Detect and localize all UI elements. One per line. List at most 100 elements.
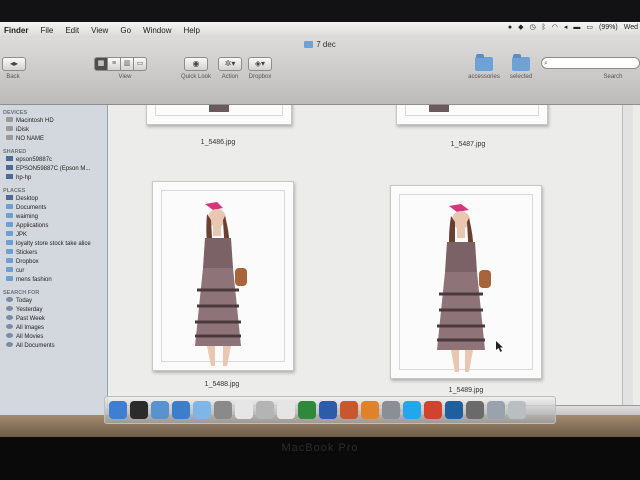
search-label: Search bbox=[603, 74, 623, 80]
action-button[interactable]: ✲▾ bbox=[218, 57, 242, 71]
dock-finder-icon[interactable] bbox=[109, 401, 127, 419]
window-title: 7 dec bbox=[0, 40, 640, 49]
folder-icon bbox=[6, 267, 13, 272]
menu-clock[interactable]: Wed bbox=[624, 24, 638, 31]
menubar: Finder File Edit View Go Window Help ● ◆… bbox=[0, 22, 640, 39]
dock-excel-icon[interactable] bbox=[298, 401, 316, 419]
sidebar-item-all-images[interactable]: All Images bbox=[0, 324, 107, 333]
dock-safari-icon[interactable] bbox=[172, 401, 190, 419]
selected-folder-icon[interactable] bbox=[512, 54, 530, 71]
dock-skype-icon[interactable] bbox=[403, 401, 421, 419]
volume-icon[interactable]: ◂ bbox=[564, 23, 568, 31]
smart-folder-icon bbox=[6, 333, 13, 338]
file-name[interactable]: 1_5488.jpg bbox=[162, 381, 282, 388]
dropbox-menu-icon[interactable]: ◆ bbox=[518, 23, 523, 31]
back-button[interactable]: ◂▸ bbox=[2, 57, 26, 71]
dock-ichat-icon[interactable] bbox=[193, 401, 211, 419]
quicklook-label: Quick Look bbox=[180, 74, 211, 80]
sidebar-item-yesterday[interactable]: Yesterday bbox=[0, 306, 107, 315]
menu-window[interactable]: Window bbox=[143, 26, 171, 35]
dock-dashboard-icon[interactable] bbox=[130, 401, 148, 419]
icon-view-button[interactable]: ▦ bbox=[94, 57, 108, 71]
accessories-folder-icon[interactable] bbox=[475, 54, 493, 71]
dock-firefox-icon[interactable] bbox=[361, 401, 379, 419]
dock-downloads-icon[interactable] bbox=[487, 401, 505, 419]
idisk-icon bbox=[6, 126, 13, 131]
list-view-button[interactable]: ≡ bbox=[108, 57, 121, 71]
file-name[interactable]: 1_5487.jpg bbox=[408, 141, 528, 148]
dock-itunes-icon[interactable] bbox=[277, 401, 295, 419]
sidebar-item-idisk[interactable]: iDisk bbox=[0, 126, 107, 135]
menu-edit[interactable]: Edit bbox=[65, 26, 79, 35]
status-icon[interactable]: ● bbox=[508, 24, 512, 31]
dock-system-preferences-icon[interactable] bbox=[382, 401, 400, 419]
sidebar-item-stickers[interactable]: Stickers bbox=[0, 249, 107, 258]
search-input[interactable]: ⌕ bbox=[541, 57, 640, 69]
hard-disk-icon bbox=[6, 117, 13, 122]
file-name[interactable]: 1_5489.jpg bbox=[406, 387, 526, 394]
flag-icon[interactable]: ▬ bbox=[573, 24, 580, 31]
file-name[interactable]: 1_5486.jpg bbox=[158, 139, 278, 146]
sidebar-item-macintosh-hd[interactable]: Macintosh HD bbox=[0, 117, 107, 126]
column-view-button[interactable]: ▥ bbox=[121, 57, 134, 71]
sidebar-item-jpk[interactable]: JPK bbox=[0, 231, 107, 240]
sidebar-item-loyalty-store[interactable]: loyalty store stock take alice bbox=[0, 240, 107, 249]
dock-mail-icon[interactable] bbox=[151, 401, 169, 419]
dock-word-icon[interactable] bbox=[319, 401, 337, 419]
sidebar-item-applications[interactable]: Applications bbox=[0, 222, 107, 231]
menu-file[interactable]: File bbox=[40, 26, 53, 35]
sidebar-item-mens-fashion[interactable]: mens fashion bbox=[0, 276, 107, 285]
time-machine-icon[interactable]: ◷ bbox=[529, 23, 535, 31]
sidebar-item-epson59887c[interactable]: epson59887c bbox=[0, 156, 107, 165]
file-thumbnail[interactable] bbox=[152, 181, 294, 371]
wifi-icon[interactable]: ◠ bbox=[552, 23, 558, 31]
home-icon bbox=[6, 213, 13, 218]
file-icon-view: 1_5486.jpg 1_5487.jpg 1_5488.jpg 1_5489.… bbox=[108, 105, 640, 405]
vertical-scrollbar[interactable] bbox=[622, 105, 633, 405]
dropbox-button[interactable]: ◈▾ bbox=[248, 57, 272, 71]
action-label: Action bbox=[221, 74, 239, 80]
sidebar-item-cur[interactable]: cur bbox=[0, 267, 107, 276]
file-thumbnail[interactable] bbox=[396, 105, 548, 125]
coverflow-view-button[interactable]: ▭ bbox=[134, 57, 147, 71]
dock bbox=[104, 396, 556, 424]
sidebar-item-desktop[interactable]: Desktop bbox=[0, 195, 107, 204]
dock-messenger-icon[interactable] bbox=[424, 401, 442, 419]
folder-icon bbox=[6, 240, 13, 245]
sidebar-item-dropbox[interactable]: Dropbox bbox=[0, 258, 107, 267]
bluetooth-icon[interactable]: ᛒ bbox=[542, 24, 546, 31]
sidebar-item-waiming[interactable]: waiming bbox=[0, 213, 107, 222]
network-computer-icon bbox=[6, 156, 13, 161]
accessories-label[interactable]: accessories bbox=[462, 74, 506, 80]
sidebar-item-documents[interactable]: Documents bbox=[0, 204, 107, 213]
dock-trash-icon[interactable] bbox=[508, 401, 526, 419]
selected-label[interactable]: selected bbox=[504, 74, 538, 80]
battery-icon[interactable]: ▭ bbox=[586, 23, 593, 31]
menu-finder[interactable]: Finder bbox=[4, 26, 28, 35]
sidebar-item-no-name[interactable]: NO NAME bbox=[0, 135, 107, 144]
sidebar-item-hp-hp[interactable]: hp-hp bbox=[0, 174, 107, 183]
folder-icon bbox=[304, 41, 314, 48]
menu-help[interactable]: Help bbox=[183, 26, 199, 35]
dock-powerpoint-icon[interactable] bbox=[340, 401, 358, 419]
mouse-cursor-icon bbox=[496, 341, 503, 352]
dock-photoshop-icon[interactable] bbox=[445, 401, 463, 419]
dock-app-icon[interactable] bbox=[466, 401, 484, 419]
sidebar-item-past-week[interactable]: Past Week bbox=[0, 315, 107, 324]
sidebar-heading-devices: DEVICES bbox=[3, 110, 28, 116]
file-thumbnail[interactable] bbox=[390, 185, 542, 379]
sidebar-item-all-documents[interactable]: All Documents bbox=[0, 342, 107, 351]
dock-ical-icon[interactable] bbox=[235, 401, 253, 419]
dock-iphoto-icon[interactable] bbox=[214, 401, 232, 419]
gear-icon: ✲▾ bbox=[224, 59, 236, 68]
menu-view[interactable]: View bbox=[91, 26, 108, 35]
sidebar-heading-shared: SHARED bbox=[3, 149, 27, 155]
quicklook-button[interactable]: ◉ bbox=[184, 57, 208, 71]
menu-go[interactable]: Go bbox=[120, 26, 131, 35]
dock-preview-icon[interactable] bbox=[256, 401, 274, 419]
chevron-left-icon: ◂▸ bbox=[9, 59, 19, 68]
sidebar-item-all-movies[interactable]: All Movies bbox=[0, 333, 107, 342]
sidebar-item-epson-m[interactable]: EPSON59887C (Epson M... bbox=[0, 165, 107, 174]
file-thumbnail[interactable] bbox=[146, 105, 292, 125]
sidebar-item-today[interactable]: Today bbox=[0, 297, 107, 306]
